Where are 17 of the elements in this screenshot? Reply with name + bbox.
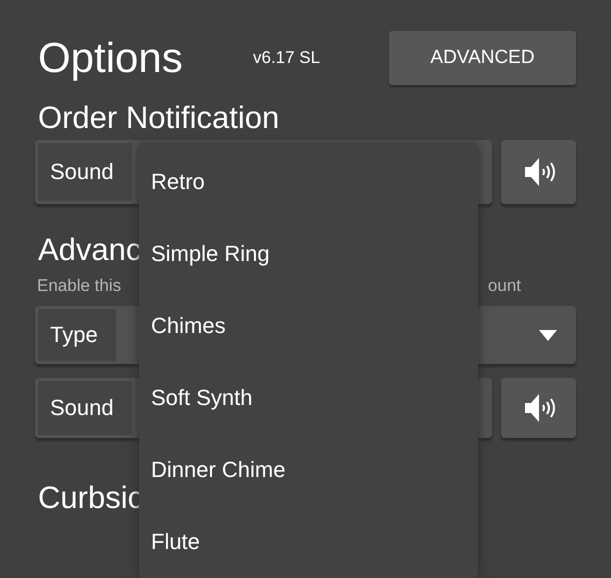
field-label: Type bbox=[38, 309, 116, 361]
play-sound-button[interactable] bbox=[501, 140, 576, 204]
menu-item[interactable]: Retro bbox=[139, 146, 478, 218]
dropdown-caret-icon bbox=[539, 330, 557, 340]
field-label: Sound bbox=[38, 381, 132, 435]
section-heading: Order Notification bbox=[37, 99, 280, 137]
menu-item[interactable]: Simple Ring bbox=[139, 218, 478, 290]
page-title: Options bbox=[37, 34, 184, 82]
field-label: Sound bbox=[38, 143, 132, 201]
description-text: ount bbox=[488, 276, 521, 297]
play-sound-button[interactable] bbox=[501, 378, 576, 438]
section-heading: Advanc bbox=[37, 231, 142, 269]
advanced-button[interactable]: ADVANCED bbox=[389, 31, 576, 85]
version-label: v6.17 SL bbox=[253, 48, 322, 68]
description-text: Enable this bbox=[37, 276, 122, 297]
menu-item[interactable]: Chimes bbox=[139, 290, 478, 362]
menu-item[interactable]: Soft Synth bbox=[139, 362, 478, 434]
